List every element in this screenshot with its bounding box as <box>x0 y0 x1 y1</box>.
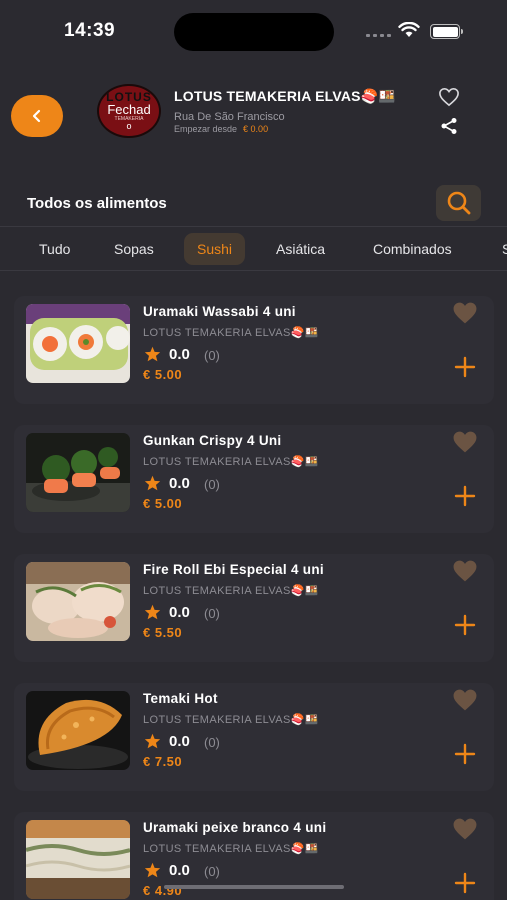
heart-icon[interactable] <box>451 430 479 454</box>
star-icon <box>144 475 161 491</box>
product-name: Fire Roll Ebi Especial 4 uni <box>143 562 324 577</box>
product-image <box>26 820 130 899</box>
minimum-order-label: Empezar desde <box>174 124 238 134</box>
product-restaurant: LOTUS TEMAKERIA ELVAS🍣🍱 <box>143 456 319 468</box>
product-card[interactable]: Gunkan Crispy 4 Uni LOTUS TEMAKERIA ELVA… <box>14 425 494 533</box>
product-restaurant: LOTUS TEMAKERIA ELVAS🍣🍱 <box>143 843 319 855</box>
battery-icon <box>430 24 460 39</box>
product-card[interactable]: Fire Roll Ebi Especial 4 uni LOTUS TEMAK… <box>14 554 494 662</box>
tab-combinados[interactable]: Combinados <box>360 233 465 265</box>
product-image <box>26 691 130 770</box>
wifi-icon <box>398 22 420 37</box>
divider <box>0 270 507 271</box>
logo-line4: o <box>126 120 132 131</box>
section-title: Todos os alimentos <box>27 195 167 212</box>
add-icon[interactable] <box>454 743 476 765</box>
home-indicator[interactable] <box>164 885 344 889</box>
status-time: 14:39 <box>64 20 116 41</box>
product-rating-count: (0) <box>204 606 220 621</box>
product-price: € 7.50 <box>143 754 183 769</box>
add-icon[interactable] <box>454 872 476 894</box>
logo-closed-label: Fechad <box>107 101 151 117</box>
battery-tip <box>461 29 463 34</box>
product-rating: 0.0 <box>169 346 190 363</box>
product-image <box>26 433 130 512</box>
product-name: Temaki Hot <box>143 691 218 706</box>
star-icon <box>144 604 161 620</box>
tab-asiatica[interactable]: Asiática <box>263 233 338 265</box>
chevron-left-icon <box>32 109 41 123</box>
product-price: € 5.50 <box>143 625 183 640</box>
add-icon[interactable] <box>454 614 476 636</box>
category-tabs: Tudo Sopas Sushi Asiática Combinados S <box>0 228 507 270</box>
product-price: € 5.00 <box>143 496 183 511</box>
product-restaurant: LOTUS TEMAKERIA ELVAS🍣🍱 <box>143 714 319 726</box>
product-rating-count: (0) <box>204 348 220 363</box>
search-button[interactable] <box>436 185 481 221</box>
product-rating-count: (0) <box>204 477 220 492</box>
tab-more[interactable]: S <box>489 233 507 265</box>
divider <box>0 226 507 227</box>
restaurant-address: Rua De São Francisco <box>174 111 285 123</box>
restaurant-name: LOTUS TEMAKERIA ELVAS🍣🍱 <box>174 88 396 104</box>
add-icon[interactable] <box>454 356 476 378</box>
product-name: Uramaki peixe branco 4 uni <box>143 820 327 835</box>
product-name: Gunkan Crispy 4 Uni <box>143 433 282 448</box>
product-image <box>26 304 130 383</box>
product-rating: 0.0 <box>169 862 190 879</box>
heart-icon[interactable] <box>451 817 479 841</box>
restaurant-logo: LOTUS Fechad TEMAKERIA o <box>97 84 161 138</box>
tab-sushi[interactable]: Sushi <box>184 233 246 265</box>
dynamic-island <box>174 13 334 51</box>
status-bar: 14:39 <box>0 0 507 62</box>
product-name: Uramaki Wassabi 4 uni <box>143 304 296 319</box>
product-image <box>26 562 130 641</box>
heart-icon[interactable] <box>451 301 479 325</box>
signal-icon <box>366 34 391 37</box>
product-card[interactable]: Temaki Hot LOTUS TEMAKERIA ELVAS🍣🍱 0.0 (… <box>14 683 494 791</box>
star-icon <box>144 346 161 362</box>
product-rating-count: (0) <box>204 864 220 879</box>
product-rating: 0.0 <box>169 733 190 750</box>
product-restaurant: LOTUS TEMAKERIA ELVAS🍣🍱 <box>143 585 319 597</box>
favorite-restaurant-heart-icon[interactable] <box>437 87 461 107</box>
minimum-order: Empezar desde € 0.00 <box>174 124 268 134</box>
back-button[interactable] <box>11 95 63 137</box>
product-price: € 5.00 <box>143 367 183 382</box>
tab-tudo[interactable]: Tudo <box>26 233 83 265</box>
heart-icon[interactable] <box>451 688 479 712</box>
logo-line1: LOTUS <box>106 89 152 104</box>
product-restaurant: LOTUS TEMAKERIA ELVAS🍣🍱 <box>143 327 319 339</box>
add-icon[interactable] <box>454 485 476 507</box>
product-rating-count: (0) <box>204 735 220 750</box>
star-icon <box>144 862 161 878</box>
minimum-order-value: € 0.00 <box>243 124 269 134</box>
heart-icon[interactable] <box>451 559 479 583</box>
star-icon <box>144 733 161 749</box>
product-rating: 0.0 <box>169 475 190 492</box>
product-card[interactable]: Uramaki Wassabi 4 uni LOTUS TEMAKERIA EL… <box>14 296 494 404</box>
share-icon[interactable] <box>440 117 458 135</box>
search-icon <box>447 191 470 215</box>
product-rating: 0.0 <box>169 604 190 621</box>
tab-sopas[interactable]: Sopas <box>101 233 167 265</box>
